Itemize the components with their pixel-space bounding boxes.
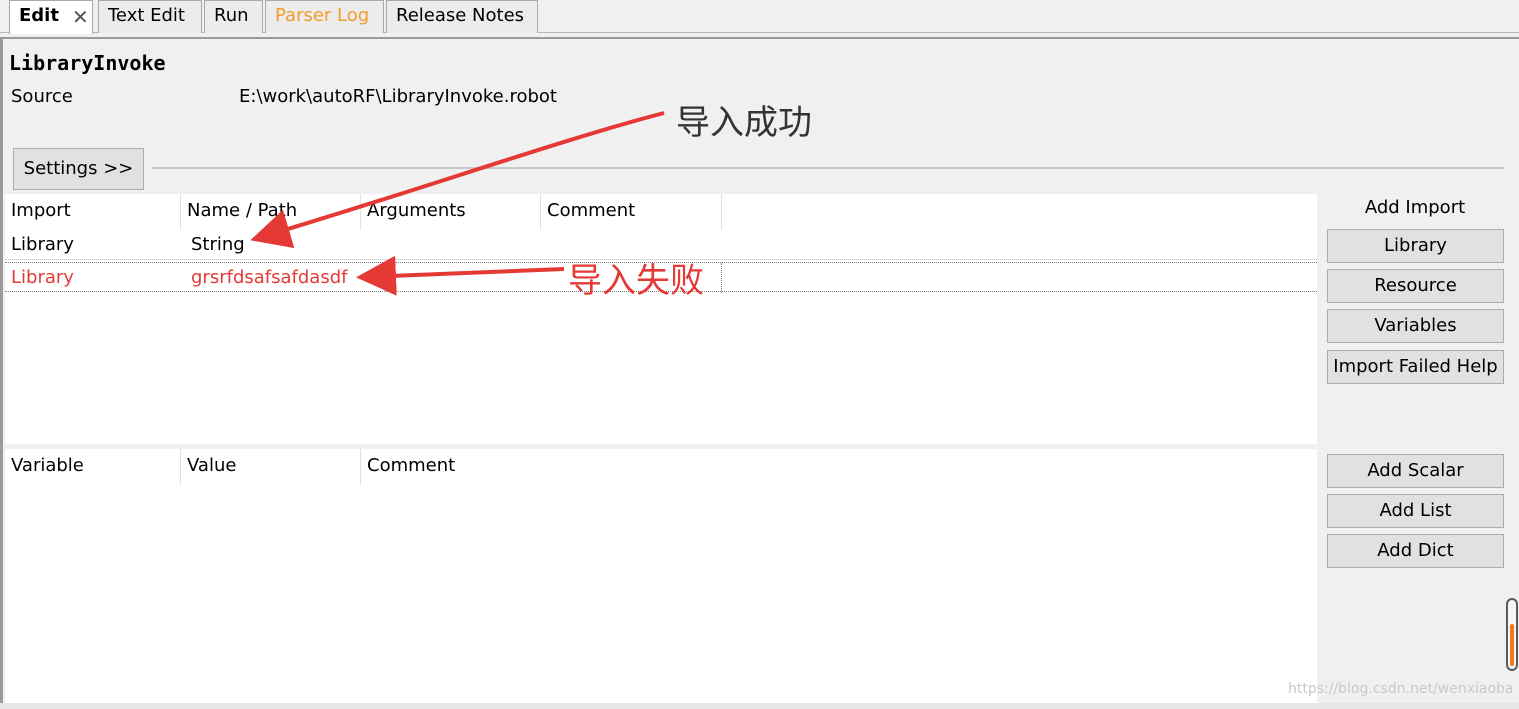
tab-run-label: Run [214,5,249,26]
add-scalar-button[interactable]: Add Scalar [1327,454,1504,488]
vertical-scrollbar[interactable] [1506,598,1518,671]
tab-bar: Edit ✕ Text Edit Run Parser Log Release … [0,0,1519,34]
cell-cursor-border [721,263,722,293]
annotation-import-success: 导入成功 [676,103,812,143]
tab-text-edit[interactable]: Text Edit [98,0,202,33]
column-header-name-path: Name / Path [181,194,361,230]
column-header-comment: Comment [541,194,722,230]
import-table[interactable]: Import Name / Path Arguments Comment Lib… [5,194,1317,444]
source-path: E:\work\autoRF\LibraryInvoke.robot [239,86,557,107]
tab-edit-label: Edit [19,5,59,26]
scrollbar-thumb[interactable] [1510,624,1514,666]
import-type-cell[interactable]: Library [5,230,181,260]
tab-text-edit-label: Text Edit [108,5,185,26]
source-label: Source [11,86,73,107]
tab-run[interactable]: Run [204,0,263,33]
tab-release-notes-label: Release Notes [396,5,525,26]
column-header-import: Import [5,194,181,230]
tab-edit[interactable]: Edit ✕ [9,0,93,34]
close-icon[interactable]: ✕ [72,2,89,32]
tab-parser-log-label: Parser Log [275,5,370,26]
import-type-cell[interactable]: Library [5,263,181,293]
column-header-value: Value [181,449,361,485]
add-dict-button[interactable]: Add Dict [1327,534,1504,568]
add-resource-button[interactable]: Resource [1327,269,1504,303]
annotation-import-failure: 导入失败 [568,261,704,301]
column-header-arguments: Arguments [361,194,541,230]
column-header-variable: Variable [5,449,181,485]
settings-divider [152,167,1504,169]
column-header-comment: Comment [361,449,1312,485]
add-variables-button[interactable]: Variables [1327,309,1504,343]
tab-parser-log[interactable]: Parser Log [265,0,384,33]
settings-toggle-button[interactable]: Settings >> [13,148,144,190]
variable-table[interactable]: Variable Value Comment [5,449,1317,709]
tab-release-notes[interactable]: Release Notes [386,0,538,33]
suite-title: LibraryInvoke [9,51,166,75]
watermark-text: https://blog.csdn.net/wenxiaoba [1288,681,1514,697]
import-name-cell[interactable]: String [185,230,365,260]
add-library-button[interactable]: Library [1327,229,1504,263]
add-import-label: Add Import [1364,197,1466,218]
import-failed-help-button[interactable]: Import Failed Help [1327,350,1504,384]
editor-border [0,37,3,709]
add-list-button[interactable]: Add List [1327,494,1504,528]
import-name-cell[interactable]: grsrfdsafsafdasdf [185,263,365,293]
bottom-edge [0,703,1519,709]
robot-framework-ride-editor: Edit ✕ Text Edit Run Parser Log Release … [0,0,1519,709]
